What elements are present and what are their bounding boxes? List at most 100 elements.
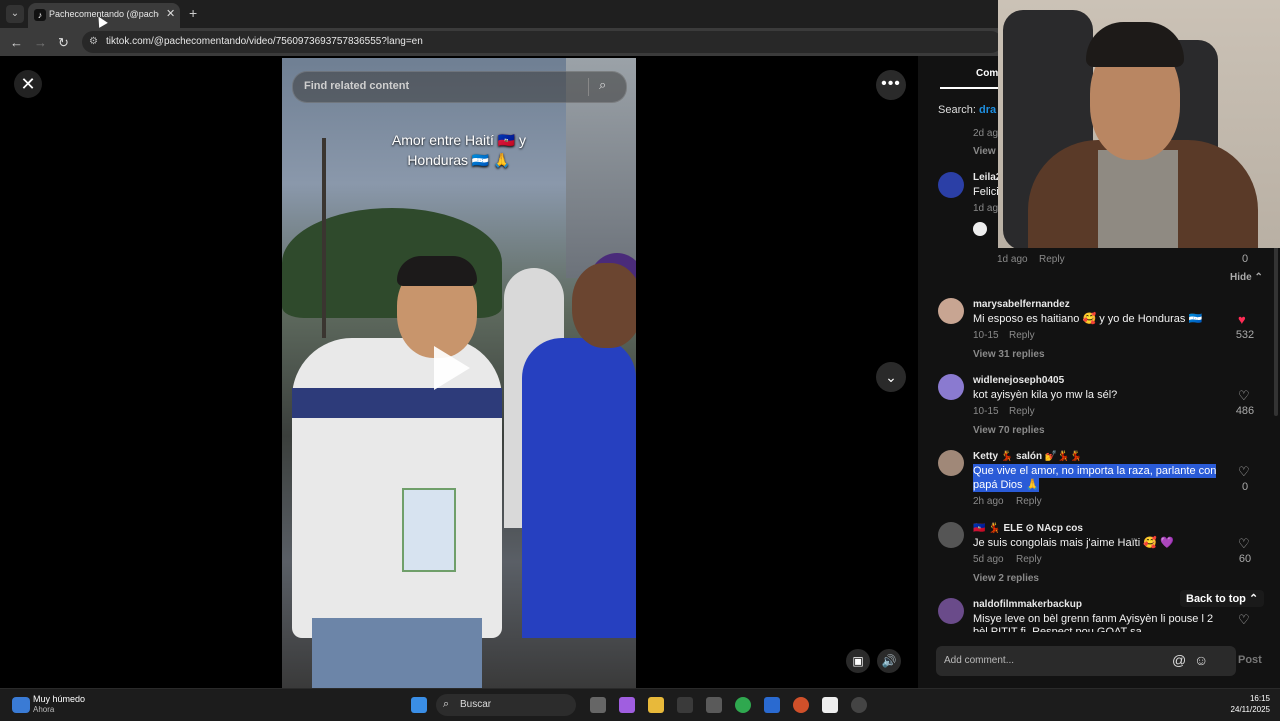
app-icon[interactable] bbox=[677, 697, 693, 713]
search-icon: ⌕ bbox=[443, 698, 450, 710]
word-icon[interactable] bbox=[764, 697, 780, 713]
find-related-search[interactable]: Find related content ⌕ bbox=[292, 71, 627, 103]
weather-subtitle: Ahora bbox=[33, 705, 55, 714]
capcut-icon[interactable] bbox=[822, 697, 838, 713]
url-field[interactable]: ⚙ tiktok.com/@pachecomentando/video/7560… bbox=[82, 31, 1002, 53]
more-options-icon[interactable]: ••• bbox=[876, 70, 906, 100]
comment-text: kot ayisyèn kila yo mw la sél? bbox=[973, 389, 1118, 401]
view-replies-link[interactable]: View 31 replies bbox=[973, 349, 1045, 360]
pip-icon[interactable]: ▣ bbox=[846, 649, 870, 673]
forward-arrow-icon[interactable]: → bbox=[34, 35, 47, 50]
app-icon[interactable] bbox=[793, 697, 809, 713]
chrome-icon[interactable] bbox=[735, 697, 751, 713]
video-caption: Amor entre Haití 🇭🇹 y Honduras 🇭🇳 🙏 bbox=[282, 130, 636, 170]
back-arrow-icon[interactable]: ← bbox=[10, 35, 23, 50]
comment-search-row[interactable]: Search: dra bbox=[938, 104, 996, 116]
comment-text: Je suis congolais mais j'aime Haïti 🥰 💜 bbox=[973, 537, 1174, 549]
comment-text-selected: Que vive el amor, no importa la raza, pa… bbox=[973, 464, 1217, 478]
task-view-icon[interactable] bbox=[590, 697, 606, 713]
heart-icon[interactable]: ♡ bbox=[1238, 464, 1250, 480]
video-scene-woman bbox=[522, 338, 636, 638]
clock-time[interactable]: 16:15 bbox=[1222, 694, 1270, 703]
post-button[interactable]: Post bbox=[1238, 654, 1262, 666]
mention-icon[interactable]: @ bbox=[1172, 652, 1186, 668]
avatar[interactable] bbox=[938, 172, 964, 198]
weather-title[interactable]: Muy húmedo bbox=[33, 694, 85, 704]
reply-button[interactable]: Reply bbox=[1009, 330, 1035, 341]
tiktok-favicon-icon: ♪ bbox=[34, 9, 46, 21]
hide-replies-button[interactable]: Hide ⌃ bbox=[1230, 272, 1263, 283]
avatar[interactable] bbox=[938, 450, 964, 476]
avatar[interactable] bbox=[938, 374, 964, 400]
hide-label: Hide bbox=[1230, 272, 1252, 283]
reply-avatar[interactable] bbox=[973, 222, 987, 236]
file-explorer-icon[interactable] bbox=[648, 697, 664, 713]
reply-button[interactable]: Reply bbox=[1009, 406, 1035, 417]
comment-username[interactable]: marysabelfernandez bbox=[973, 299, 1070, 310]
video-scene-jeans bbox=[312, 618, 482, 688]
clock-date[interactable]: 24/11/2025 bbox=[1212, 705, 1270, 714]
comment-time: 10-15 bbox=[973, 330, 999, 341]
next-video-chevron-down-icon[interactable]: ⌄ bbox=[876, 362, 906, 392]
heart-icon[interactable]: ♡ bbox=[1238, 388, 1250, 404]
comment-time: 10-15 bbox=[973, 406, 999, 417]
video-player[interactable]: Find related content ⌕ Amor entre Haití … bbox=[282, 58, 636, 688]
search-divider bbox=[588, 78, 589, 96]
caption-line-1: Amor entre Haití 🇭🇹 y bbox=[391, 132, 527, 148]
view-replies-link[interactable]: View bbox=[973, 146, 996, 157]
tab-search-dropdown[interactable]: ⌄ bbox=[6, 5, 24, 23]
comment-username[interactable]: Ketty 💃 salón 💅💃💃 bbox=[973, 451, 1082, 462]
avatar[interactable] bbox=[938, 298, 964, 324]
add-comment-input[interactable]: Add comment... @ ☺ bbox=[936, 646, 1236, 676]
emoji-icon[interactable]: ☺ bbox=[1194, 652, 1208, 668]
comment-time: 2h ago bbox=[973, 496, 1004, 507]
caption-line-2: Honduras 🇭🇳 🙏 bbox=[407, 152, 511, 168]
play-icon[interactable] bbox=[434, 346, 470, 390]
webcam-overlay bbox=[998, 0, 1280, 248]
webcam-shirt bbox=[1098, 150, 1178, 248]
windows-taskbar: Muy húmedo Ahora ⌕ Buscar 16:15 24/11/20… bbox=[0, 688, 1280, 721]
reply-button[interactable]: Reply bbox=[1016, 496, 1042, 507]
search-icon[interactable]: ⌕ bbox=[599, 77, 606, 93]
close-icon[interactable]: ✕ bbox=[14, 70, 42, 98]
avatar[interactable] bbox=[938, 522, 964, 548]
comment-time: 5d ago bbox=[973, 554, 1004, 565]
like-count: 532 bbox=[1235, 329, 1255, 341]
comment-time: 1d ag bbox=[973, 203, 999, 214]
heart-icon[interactable]: ♥ bbox=[1238, 312, 1246, 327]
video-scene-man-hair bbox=[397, 256, 477, 286]
avatar[interactable] bbox=[938, 598, 964, 624]
comment-text: bèl PITIT fi. Respect pou GOAT sa bbox=[973, 626, 1142, 632]
reply-button[interactable]: Reply bbox=[1039, 254, 1065, 265]
taskbar-search[interactable]: ⌕ Buscar bbox=[436, 694, 576, 716]
tab-close-icon[interactable]: ✕ bbox=[166, 7, 175, 20]
comment-username[interactable]: 🇭🇹 💃 ELE ⊙ NAcp cos bbox=[973, 523, 1083, 534]
comment-text: Misye leve on bèl grenn fanm Ayisyèn li … bbox=[973, 613, 1214, 625]
heart-icon[interactable]: ♡ bbox=[1238, 612, 1250, 628]
app-icon[interactable] bbox=[851, 697, 867, 713]
video-scene-woman-head bbox=[572, 263, 636, 348]
reload-icon[interactable]: ↻ bbox=[58, 35, 69, 51]
search-term: dra bbox=[978, 104, 997, 116]
site-settings-icon[interactable]: ⚙ bbox=[89, 36, 98, 47]
weather-icon[interactable] bbox=[12, 697, 30, 713]
heart-icon[interactable]: ♡ bbox=[1238, 536, 1250, 552]
new-tab-button[interactable]: + bbox=[189, 5, 197, 21]
like-count: 60 bbox=[1238, 553, 1252, 565]
video-scene-jersey-stripe bbox=[292, 388, 502, 418]
comment-username[interactable]: naldofilmmakerbackup bbox=[973, 599, 1082, 610]
video-scene-man bbox=[292, 338, 502, 638]
comment-username[interactable]: widlenejoseph0405 bbox=[973, 375, 1064, 386]
copilot-icon[interactable] bbox=[619, 697, 635, 713]
comment-text: Mi esposo es haitiano 🥰 y yo de Honduras… bbox=[973, 313, 1203, 325]
reply-button[interactable]: Reply bbox=[1016, 554, 1042, 565]
back-to-top-button[interactable]: Back to top ⌃ bbox=[1180, 590, 1265, 607]
comment-time: 2d ag bbox=[973, 128, 999, 139]
add-comment-placeholder: Add comment... bbox=[944, 655, 1015, 666]
windows-start-icon[interactable] bbox=[411, 697, 427, 713]
view-replies-link[interactable]: View 2 replies bbox=[973, 573, 1039, 584]
volume-icon[interactable]: 🔊 bbox=[877, 649, 901, 673]
view-replies-link[interactable]: View 70 replies bbox=[973, 425, 1045, 436]
tab-comments[interactable]: Com bbox=[976, 68, 998, 79]
settings-icon[interactable] bbox=[706, 697, 722, 713]
